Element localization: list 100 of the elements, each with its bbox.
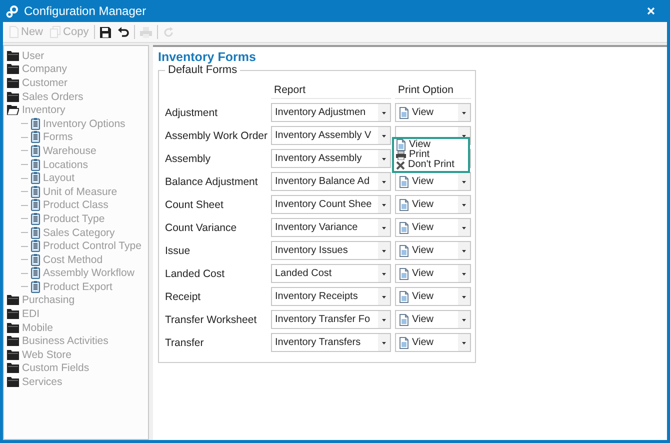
print-option-dropdown[interactable]: View [395, 287, 471, 306]
tree-item[interactable]: Web Store [7, 348, 148, 362]
folder-icon [7, 78, 19, 88]
tree-item[interactable]: Custom Fields [7, 362, 148, 376]
report-dropdown[interactable]: Inventory Issues [271, 241, 391, 260]
menu-option[interactable]: Print [396, 150, 430, 160]
form-icon [31, 212, 40, 225]
refresh-icon [162, 26, 174, 38]
printer-icon [396, 150, 406, 160]
caret-icon [458, 196, 470, 213]
print-option-dropdown[interactable]: View [395, 103, 471, 122]
cross-icon [396, 160, 405, 170]
form-icon [31, 158, 40, 171]
caret-icon [378, 173, 390, 190]
tree-item[interactable]: Product Type [7, 212, 148, 226]
tree-item[interactable]: EDI [7, 307, 148, 321]
print-option-dropdown[interactable]: View [395, 333, 471, 352]
print-option-dropdown[interactable]: View [395, 172, 471, 191]
window-title: Configuration Manager [24, 4, 148, 18]
tree-item[interactable]: Unit of Measure [7, 184, 148, 199]
report-dropdown[interactable]: Inventory Transfer Fo [271, 310, 391, 329]
tree-item[interactable]: Mobile [7, 320, 148, 334]
document-icon [399, 336, 409, 348]
folder-icon [7, 309, 19, 320]
tree-item[interactable]: Customer [7, 76, 148, 90]
caret-icon [458, 219, 470, 236]
document-icon [399, 198, 409, 210]
caret-icon [378, 311, 390, 328]
form-icon [31, 131, 40, 144]
folder-icon [7, 295, 19, 306]
report-dropdown[interactable]: Inventory Assembly [271, 149, 391, 168]
form-icon [31, 199, 40, 212]
menu-option[interactable]: View [396, 140, 430, 150]
tree-item[interactable]: Layout [7, 171, 148, 185]
caret-icon [378, 242, 390, 259]
row-label: Issue [165, 244, 192, 256]
toolbar-button[interactable] [116, 26, 131, 38]
column-header: Report [271, 84, 391, 99]
caret-icon [378, 219, 390, 236]
gear-icon [6, 4, 19, 18]
form-icon [31, 226, 40, 239]
row-label: Assembly Work Order [165, 130, 267, 142]
row-label: Count Variance [165, 222, 238, 234]
tree-item[interactable]: Product Class [7, 198, 148, 212]
row-label: Adjustment [165, 106, 219, 118]
folder-icon [7, 336, 19, 346]
print-option-dropdown[interactable]: View [395, 195, 471, 214]
report-dropdown[interactable]: Inventory Variance [271, 218, 391, 237]
report-dropdown[interactable]: Inventory Adjustmen [271, 103, 391, 122]
tree-item[interactable]: Locations [7, 158, 148, 172]
undo-icon [118, 26, 129, 38]
caret-icon [458, 288, 470, 305]
tree-item[interactable]: Cost Method [7, 252, 148, 266]
caret-icon [458, 173, 470, 190]
folder-icon [7, 64, 19, 74]
report-dropdown[interactable]: Inventory Count Shee [271, 195, 391, 214]
report-dropdown[interactable]: Inventory Assembly V [271, 126, 391, 145]
print-option-dropdown[interactable]: View [395, 310, 471, 329]
caret-icon [378, 127, 390, 144]
tree-item[interactable]: Sales Category [7, 226, 148, 240]
column-header: Print Option [395, 84, 471, 99]
form-icon [31, 280, 40, 293]
document-icon [399, 314, 409, 326]
tree-item[interactable]: Purchasing [7, 294, 148, 308]
tree-item[interactable]: User [7, 49, 148, 63]
tree-item[interactable]: Assembly Workflow [7, 266, 148, 280]
tree-item[interactable]: Product Export [7, 280, 148, 294]
document-icon [9, 26, 19, 38]
caret-icon [458, 265, 470, 282]
report-dropdown[interactable]: Inventory Receipts [271, 287, 391, 306]
group-label: Default Forms [165, 64, 240, 76]
print-option-dropdown[interactable]: View [395, 241, 471, 260]
save-icon [100, 26, 111, 38]
caret-icon [458, 311, 470, 328]
row-label: Assembly [165, 152, 212, 164]
document-icon [399, 290, 409, 302]
tree-item[interactable]: Inventory [7, 103, 148, 117]
row-label: Receipt [165, 290, 202, 302]
tree-item[interactable]: Warehouse [7, 144, 148, 158]
report-dropdown[interactable]: Inventory Transfers [271, 333, 391, 352]
tree-item[interactable]: Services [7, 375, 148, 389]
menu-option[interactable]: Don't Print [396, 160, 454, 170]
tree-item[interactable]: Business Activities [7, 334, 148, 348]
tree-item[interactable]: Sales Orders [7, 90, 148, 104]
print-option-dropdown[interactable]: View [395, 218, 471, 237]
report-dropdown[interactable]: Inventory Balance Ad [271, 172, 391, 191]
form-icon [31, 186, 40, 198]
form-icon [31, 118, 40, 130]
print-option-dropdown[interactable]: View [395, 264, 471, 283]
folder-icon [7, 350, 19, 360]
document-icon [399, 106, 409, 118]
toolbar-button[interactable] [98, 26, 113, 38]
document-icon [399, 244, 409, 256]
report-dropdown[interactable]: Landed Cost [271, 264, 391, 283]
tree-item[interactable]: Company [7, 62, 148, 76]
form-icon [31, 144, 40, 157]
tree-item[interactable]: Product Control Type [7, 239, 148, 253]
tree-item[interactable]: Inventory Options [7, 116, 148, 131]
row-label: Landed Cost [165, 268, 226, 280]
tree-item[interactable]: Forms [7, 130, 148, 144]
